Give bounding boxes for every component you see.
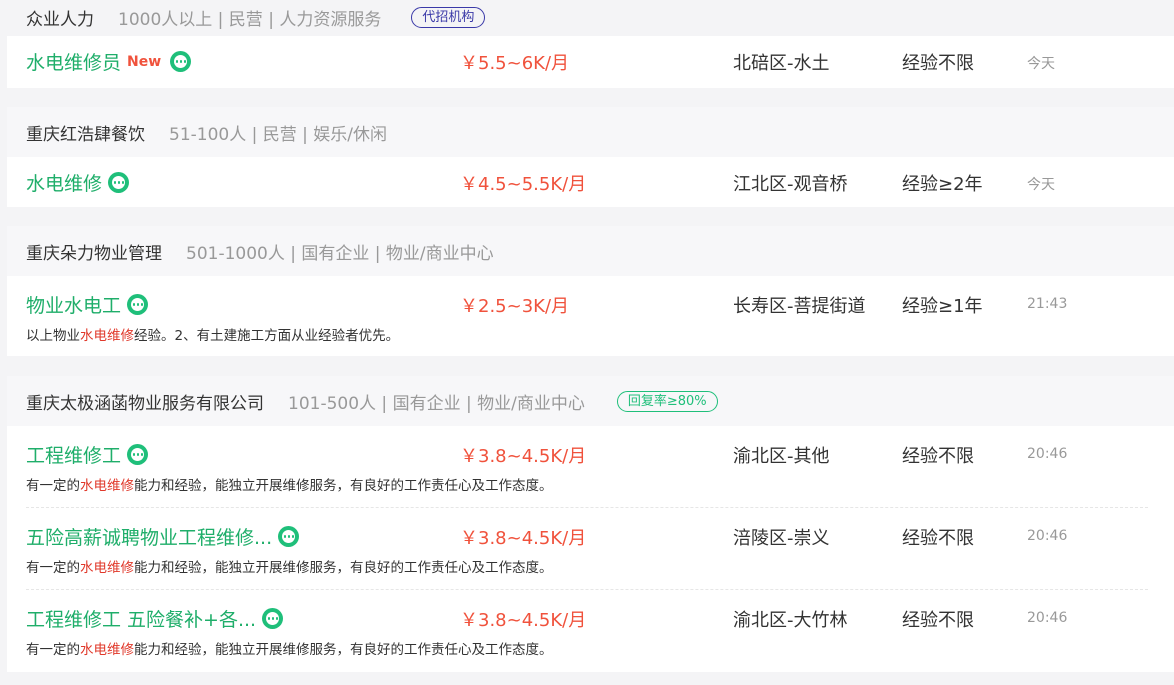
company-header: 重庆红浩肆餐饮 51-100人 | 民营 | 娱乐/休闲 <box>7 107 1174 157</box>
job-title-wrap: 水电维修员 New <box>26 48 192 75</box>
company-meta: 1000人以上 | 民营 | 人力资源服务 <box>118 9 382 30</box>
desc-keyword: 水电维修 <box>80 478 134 494</box>
job-title-wrap: 五险高薪诚聘物业工程维修... <box>26 523 300 550</box>
desc-text: 有一定的 <box>26 642 80 658</box>
desc-text: 经验。2、有土建施工方面从业经验者优先。 <box>134 328 400 344</box>
company-name[interactable]: 重庆红浩肆餐饮 <box>26 120 145 145</box>
desc-text: 以上物业 <box>26 328 80 344</box>
company-name[interactable]: 重庆太极涵菡物业服务有限公司 <box>26 389 264 414</box>
job-title[interactable]: 五险高薪诚聘物业工程维修... <box>26 523 272 550</box>
post-time: 20:46 <box>1027 446 1068 462</box>
post-time: 20:46 <box>1027 610 1068 626</box>
agency-badge: 代招机构 <box>411 6 486 28</box>
job-title[interactable]: 工程维修工 <box>26 441 121 468</box>
desc-text: 有一定的 <box>26 478 80 494</box>
desc-keyword: 水电维修 <box>80 560 134 576</box>
location: 江北区-观音桥 <box>733 174 848 195</box>
location: 北碚区-水土 <box>733 53 830 74</box>
job-title-wrap: 工程维修工 <box>26 441 149 468</box>
job-title[interactable]: 水电维修 <box>26 169 102 196</box>
desc-text: 能力和经验，能独立开展维修服务，有良好的工作责任心及工作态度。 <box>134 478 553 494</box>
chat-icon[interactable] <box>108 172 130 193</box>
company-name[interactable]: 重庆朵力物业管理 <box>26 239 162 264</box>
salary: ￥5.5~6K/月 <box>460 53 570 74</box>
job-row[interactable]: 五险高薪诚聘物业工程维修... ￥3.8~4.5K/月 涪陵区-崇义 经验不限 … <box>7 508 1174 590</box>
job-row[interactable]: 水电维修 ￥4.5~5.5K/月 江北区-观音桥 经验≥2年 今天 <box>7 157 1174 207</box>
company-meta: 51-100人 | 民营 | 娱乐/休闲 <box>169 124 388 145</box>
company-card: 重庆朵力物业管理 501-1000人 | 国有企业 | 物业/商业中心 物业水电… <box>7 226 1174 356</box>
experience: 经验不限 <box>902 528 974 549</box>
job-title-wrap: 工程维修工 五险餐补+各... <box>26 605 284 632</box>
location: 渝北区-其他 <box>733 446 830 467</box>
job-row[interactable]: 工程维修工 五险餐补+各... ￥3.8~4.5K/月 渝北区-大竹林 经验不限… <box>7 590 1174 672</box>
job-title-wrap: 水电维修 <box>26 169 130 196</box>
job-description: 有一定的水电维修能力和经验，能独立开展维修服务，有良好的工作责任心及工作态度。 <box>26 474 553 494</box>
desc-text: 能力和经验，能独立开展维修服务，有良好的工作责任心及工作态度。 <box>134 560 553 576</box>
company-meta: 501-1000人 | 国有企业 | 物业/商业中心 <box>186 243 494 264</box>
job-title[interactable]: 水电维修员 <box>26 48 121 75</box>
location: 长寿区-菩提街道 <box>733 296 866 317</box>
company-header: 众业人力 1000人以上 | 民营 | 人力资源服务 代招机构 <box>7 0 1174 36</box>
post-time: 今天 <box>1027 177 1055 193</box>
job-description: 以上物业水电维修经验。2、有土建施工方面从业经验者优先。 <box>26 324 399 344</box>
job-title[interactable]: 物业水电工 <box>26 291 121 318</box>
salary: ￥2.5~3K/月 <box>460 296 570 317</box>
company-name[interactable]: 众业人力 <box>26 5 94 30</box>
job-title-wrap: 物业水电工 <box>26 291 149 318</box>
company-header: 重庆朵力物业管理 501-1000人 | 国有企业 | 物业/商业中心 <box>7 226 1174 276</box>
chat-icon[interactable] <box>278 526 300 547</box>
company-card: 重庆红浩肆餐饮 51-100人 | 民营 | 娱乐/休闲 水电维修 ￥4.5~5… <box>7 107 1174 207</box>
salary: ￥3.8~4.5K/月 <box>460 610 587 631</box>
job-description: 有一定的水电维修能力和经验，能独立开展维修服务，有良好的工作责任心及工作态度。 <box>26 556 553 576</box>
company-card: 众业人力 1000人以上 | 民营 | 人力资源服务 代招机构 水电维修员 Ne… <box>7 0 1174 88</box>
job-row[interactable]: 工程维修工 ￥3.8~4.5K/月 渝北区-其他 经验不限 20:46 有一定的… <box>7 426 1174 508</box>
company-card: 重庆太极涵菡物业服务有限公司 101-500人 | 国有企业 | 物业/商业中心… <box>7 376 1174 672</box>
chat-icon[interactable] <box>170 51 192 72</box>
company-meta: 101-500人 | 国有企业 | 物业/商业中心 <box>288 393 585 414</box>
location: 渝北区-大竹林 <box>733 610 848 631</box>
location: 涪陵区-崇义 <box>733 528 830 549</box>
experience: 经验不限 <box>902 53 974 74</box>
chat-icon[interactable] <box>127 444 149 465</box>
job-description: 有一定的水电维修能力和经验，能独立开展维修服务，有良好的工作责任心及工作态度。 <box>26 638 553 658</box>
experience: 经验不限 <box>902 446 974 467</box>
desc-keyword: 水电维修 <box>80 328 134 344</box>
experience: 经验不限 <box>902 610 974 631</box>
post-time: 20:46 <box>1027 528 1068 544</box>
desc-text: 能力和经验，能独立开展维修服务，有良好的工作责任心及工作态度。 <box>134 642 553 658</box>
chat-icon[interactable] <box>127 294 149 315</box>
job-row[interactable]: 水电维修员 New ￥5.5~6K/月 北碚区-水土 经验不限 今天 <box>7 36 1174 86</box>
desc-keyword: 水电维修 <box>80 642 134 658</box>
new-badge: New <box>127 53 162 70</box>
job-title[interactable]: 工程维修工 五险餐补+各... <box>26 605 256 632</box>
salary: ￥3.8~4.5K/月 <box>460 446 587 467</box>
salary: ￥4.5~5.5K/月 <box>460 174 587 195</box>
salary: ￥3.8~4.5K/月 <box>460 528 587 549</box>
chat-icon[interactable] <box>262 608 284 629</box>
experience: 经验≥2年 <box>902 174 983 195</box>
reply-rate-badge: 回复率≥80% <box>616 390 718 412</box>
post-time: 21:43 <box>1027 296 1068 312</box>
desc-text: 有一定的 <box>26 560 80 576</box>
job-row[interactable]: 物业水电工 ￥2.5~3K/月 长寿区-菩提街道 经验≥1年 21:43 以上物… <box>7 276 1174 356</box>
company-header: 重庆太极涵菡物业服务有限公司 101-500人 | 国有企业 | 物业/商业中心… <box>7 376 1174 426</box>
experience: 经验≥1年 <box>902 296 983 317</box>
post-time: 今天 <box>1027 56 1055 72</box>
